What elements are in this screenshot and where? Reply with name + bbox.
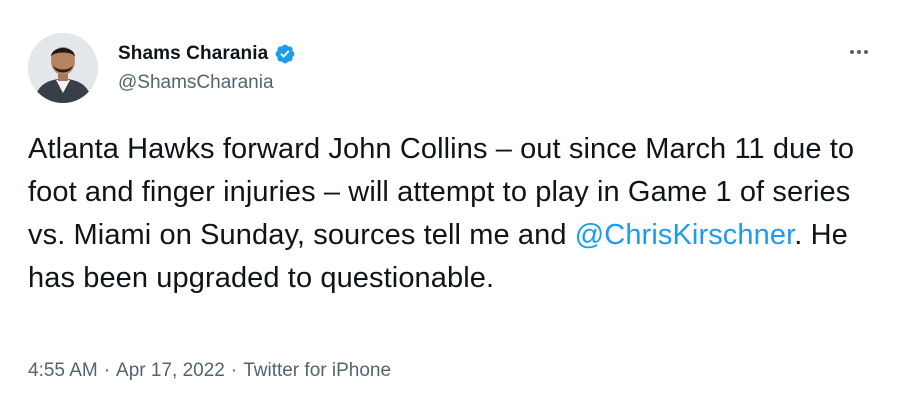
author-display-name[interactable]: Shams Charania: [118, 43, 268, 65]
more-options-icon[interactable]: [846, 42, 872, 62]
meta-separator: ·: [103, 360, 111, 381]
tweet-text: Atlanta Hawks forward John Collins – out…: [28, 128, 878, 300]
meta-separator: ·: [230, 360, 238, 381]
tweet-card: Shams Charania @ShamsCharania Atlanta Ha…: [0, 0, 900, 404]
mention-link[interactable]: @ChrisKirschner: [575, 219, 795, 251]
tweet-date[interactable]: Apr 17, 2022: [116, 360, 225, 382]
tweet-source[interactable]: Twitter for iPhone: [243, 360, 391, 382]
avatar[interactable]: [28, 33, 98, 103]
tweet-meta: 4:55 AM · Apr 17, 2022 · Twitter for iPh…: [28, 360, 391, 382]
author-handle[interactable]: @ShamsCharania: [118, 72, 274, 94]
tweet-time[interactable]: 4:55 AM: [28, 360, 98, 382]
verified-badge-icon: [274, 43, 296, 65]
author-name-row: Shams Charania: [118, 42, 296, 66]
avatar-image: [28, 33, 98, 103]
